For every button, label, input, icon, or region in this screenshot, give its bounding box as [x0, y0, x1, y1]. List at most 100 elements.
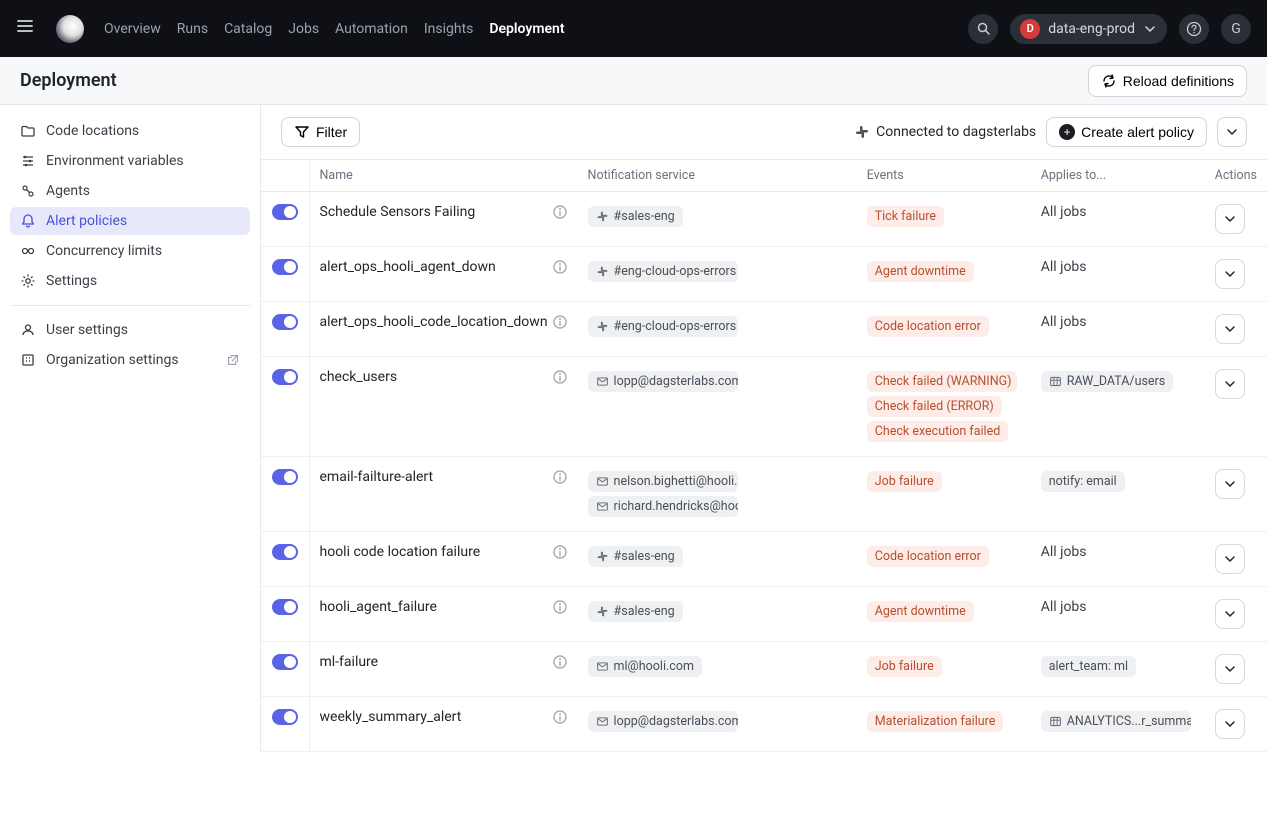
row-actions-button[interactable] — [1215, 204, 1245, 234]
info-icon[interactable] — [552, 369, 568, 385]
table-row: check_userslopp@dagsterlabs.comCheck fai… — [261, 357, 1267, 457]
applies-to-text: All jobs — [1041, 204, 1087, 220]
event-tag: Code location error — [867, 316, 989, 337]
policy-name: hooli code location failure — [320, 544, 481, 560]
enable-toggle[interactable] — [272, 204, 298, 220]
enable-toggle[interactable] — [272, 544, 298, 560]
create-alert-policy-button[interactable]: + Create alert policy — [1046, 117, 1207, 147]
service-tag: ml@hooli.com — [588, 656, 702, 677]
info-icon[interactable] — [552, 544, 568, 560]
sidebar-item-label: Concurrency limits — [46, 243, 162, 259]
event-tag: Agent downtime — [867, 261, 974, 282]
slack-connection-status: Connected to dagsterlabs — [854, 124, 1036, 140]
email-icon — [596, 660, 609, 673]
plus-icon: + — [1059, 124, 1075, 140]
info-icon[interactable] — [552, 709, 568, 725]
enable-toggle[interactable] — [272, 369, 298, 385]
asset-icon — [1049, 715, 1062, 728]
policy-name: email-failture-alert — [320, 469, 434, 485]
enable-toggle[interactable] — [272, 259, 298, 275]
sidebar: Code locationsEnvironment variables Agent… — [0, 105, 260, 752]
org-name: data-eng-prod — [1048, 21, 1135, 37]
more-actions-button[interactable] — [1217, 117, 1247, 147]
sidebar-item-code-locations[interactable]: Code locations — [10, 117, 250, 145]
row-actions-button[interactable] — [1215, 599, 1245, 629]
row-actions-button[interactable] — [1215, 314, 1245, 344]
policy-name: alert_ops_hooli_agent_down — [320, 259, 496, 275]
row-actions-button[interactable] — [1215, 544, 1245, 574]
email-icon — [596, 475, 609, 488]
policy-name: hooli_agent_failure — [320, 599, 437, 615]
nav-link-jobs[interactable]: Jobs — [288, 21, 319, 37]
app-logo[interactable] — [56, 15, 84, 43]
slack-icon — [596, 320, 609, 333]
info-icon[interactable] — [552, 259, 568, 275]
reload-icon — [1101, 73, 1117, 89]
enable-toggle[interactable] — [272, 469, 298, 485]
user-avatar[interactable]: G — [1221, 14, 1251, 44]
main-content: Filter Connected to dagsterlabs + Create… — [260, 105, 1267, 752]
enable-toggle[interactable] — [272, 709, 298, 725]
search-button[interactable] — [968, 14, 998, 44]
info-icon[interactable] — [552, 314, 568, 330]
info-icon[interactable] — [552, 469, 568, 485]
chevron-down-icon — [1223, 267, 1237, 281]
toolbar: Filter Connected to dagsterlabs + Create… — [261, 105, 1267, 159]
nav-link-runs[interactable]: Runs — [177, 21, 208, 37]
row-actions-button[interactable] — [1215, 709, 1245, 739]
email-icon — [596, 375, 609, 388]
sidebar-item-label: Agents — [46, 183, 90, 199]
table-row: hooli_agent_failure#sales-engAgent downt… — [261, 587, 1267, 642]
nav-link-automation[interactable]: Automation — [335, 21, 408, 37]
event-tag: Tick failure — [867, 206, 944, 227]
row-actions-button[interactable] — [1215, 259, 1245, 289]
enable-toggle[interactable] — [272, 314, 298, 330]
chevron-down-icon — [1223, 607, 1237, 621]
applies-to-text: All jobs — [1041, 599, 1087, 615]
sidebar-item-settings[interactable]: Settings — [10, 267, 250, 295]
event-tag: Materialization failure — [867, 711, 1004, 732]
column-header: Notification service — [578, 160, 857, 192]
service-tag: #sales-eng — [588, 206, 683, 227]
org-switcher[interactable]: D data-eng-prod — [1010, 14, 1167, 44]
asset-tag: ANALYTICS...r_summary — [1041, 711, 1191, 732]
enable-toggle[interactable] — [272, 654, 298, 670]
filter-icon — [294, 124, 310, 140]
nav-link-deployment[interactable]: Deployment — [489, 21, 564, 37]
applies-to-text: All jobs — [1041, 259, 1087, 275]
sidebar-item-environment-variables[interactable]: Environment variables — [10, 147, 250, 175]
column-header: Name — [309, 160, 578, 192]
nav-link-catalog[interactable]: Catalog — [224, 21, 272, 37]
filter-button[interactable]: Filter — [281, 117, 360, 147]
table-row: weekly_summary_alertlopp@dagsterlabs.com… — [261, 697, 1267, 752]
top-nav: Overview Runs Catalog Jobs Automation Insight… — [0, 0, 1267, 57]
event-tag: Job failure — [867, 471, 942, 492]
agents-icon — [20, 183, 36, 199]
hamburger-menu-icon[interactable] — [16, 17, 40, 41]
sidebar-item-label: User settings — [46, 322, 128, 338]
info-icon[interactable] — [552, 654, 568, 670]
enable-toggle[interactable] — [272, 599, 298, 615]
info-icon[interactable] — [552, 599, 568, 615]
column-header: Applies to... — [1031, 160, 1205, 192]
service-tag: richard.hendricks@hooli... — [588, 496, 738, 517]
info-icon[interactable] — [552, 204, 568, 220]
reload-definitions-button[interactable]: Reload definitions — [1088, 65, 1247, 97]
table-row: alert_ops_hooli_agent_down#eng-cloud-ops… — [261, 247, 1267, 302]
row-actions-button[interactable] — [1215, 469, 1245, 499]
sidebar-item-user-settings[interactable]: User settings — [10, 316, 250, 344]
help-button[interactable] — [1179, 14, 1209, 44]
nav-link-overview[interactable]: Overview — [104, 21, 161, 37]
row-actions-button[interactable] — [1215, 654, 1245, 684]
slack-icon — [596, 605, 609, 618]
row-actions-button[interactable] — [1215, 369, 1245, 399]
chevron-down-icon — [1223, 662, 1237, 676]
nav-link-insights[interactable]: Insights — [424, 21, 474, 37]
sidebar-item-agents[interactable]: Agents — [10, 177, 250, 205]
event-tag: Code location error — [867, 546, 989, 567]
gear-icon — [20, 273, 36, 289]
sidebar-item-alert-policies[interactable]: Alert policies — [10, 207, 250, 235]
sidebar-item-organization-settings[interactable]: Organization settings — [10, 346, 250, 374]
slack-icon — [596, 210, 609, 223]
sidebar-item-concurrency-limits[interactable]: Concurrency limits — [10, 237, 250, 265]
